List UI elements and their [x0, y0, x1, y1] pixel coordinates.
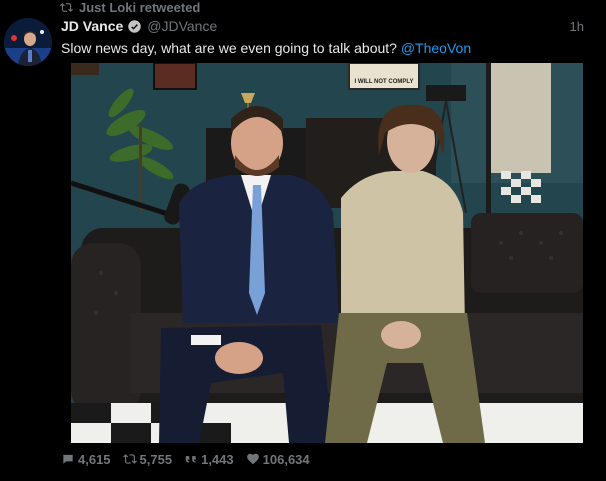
tweet-header: JD Vance @JDVance 1h — [61, 16, 596, 36]
tweet-photo[interactable]: I WILL NOT COMPLY — [71, 63, 583, 443]
retweet-context[interactable]: Just Loki retweeted — [60, 0, 201, 15]
reply-icon — [63, 454, 73, 464]
reply-count: 4,615 — [78, 451, 111, 467]
tweet-text: Slow news day, what are we even going to… — [61, 40, 471, 56]
quote-icon — [185, 456, 196, 463]
reply-button[interactable]: 4,615 — [61, 452, 111, 467]
like-count: 106,634 — [262, 451, 310, 467]
retweet-icon — [60, 2, 73, 12]
quote-count: 1,443 — [201, 451, 234, 467]
retweet-button[interactable]: 5,755 — [122, 451, 173, 467]
verified-badge-icon — [127, 19, 142, 34]
heart-icon — [246, 453, 259, 465]
tweet-body: Slow news day, what are we even going to… — [61, 40, 401, 56]
mention-link[interactable]: @TheoVon — [401, 40, 471, 56]
like-button[interactable]: 106,634 — [246, 452, 310, 467]
photo-image: I WILL NOT COMPLY — [71, 63, 583, 443]
avatar-image — [4, 18, 52, 66]
tweet: Just Loki retweeted JD Vance @JDVance 1h… — [0, 0, 606, 481]
retweet-action-icon — [122, 454, 137, 464]
author-handle[interactable]: @JDVance — [147, 18, 217, 34]
retweet-label: Just Loki retweeted — [79, 0, 201, 15]
avatar[interactable] — [4, 18, 52, 66]
retweet-count: 5,755 — [139, 451, 173, 467]
tweet-timestamp[interactable]: 1h — [570, 19, 584, 34]
quote-button[interactable]: 1,443 — [184, 452, 234, 467]
wall-poster-text: I WILL NOT COMPLY — [354, 79, 413, 85]
author-name[interactable]: JD Vance — [61, 18, 123, 34]
tweet-actions: 4,615 5,755 1,443 106,634 — [61, 451, 310, 467]
